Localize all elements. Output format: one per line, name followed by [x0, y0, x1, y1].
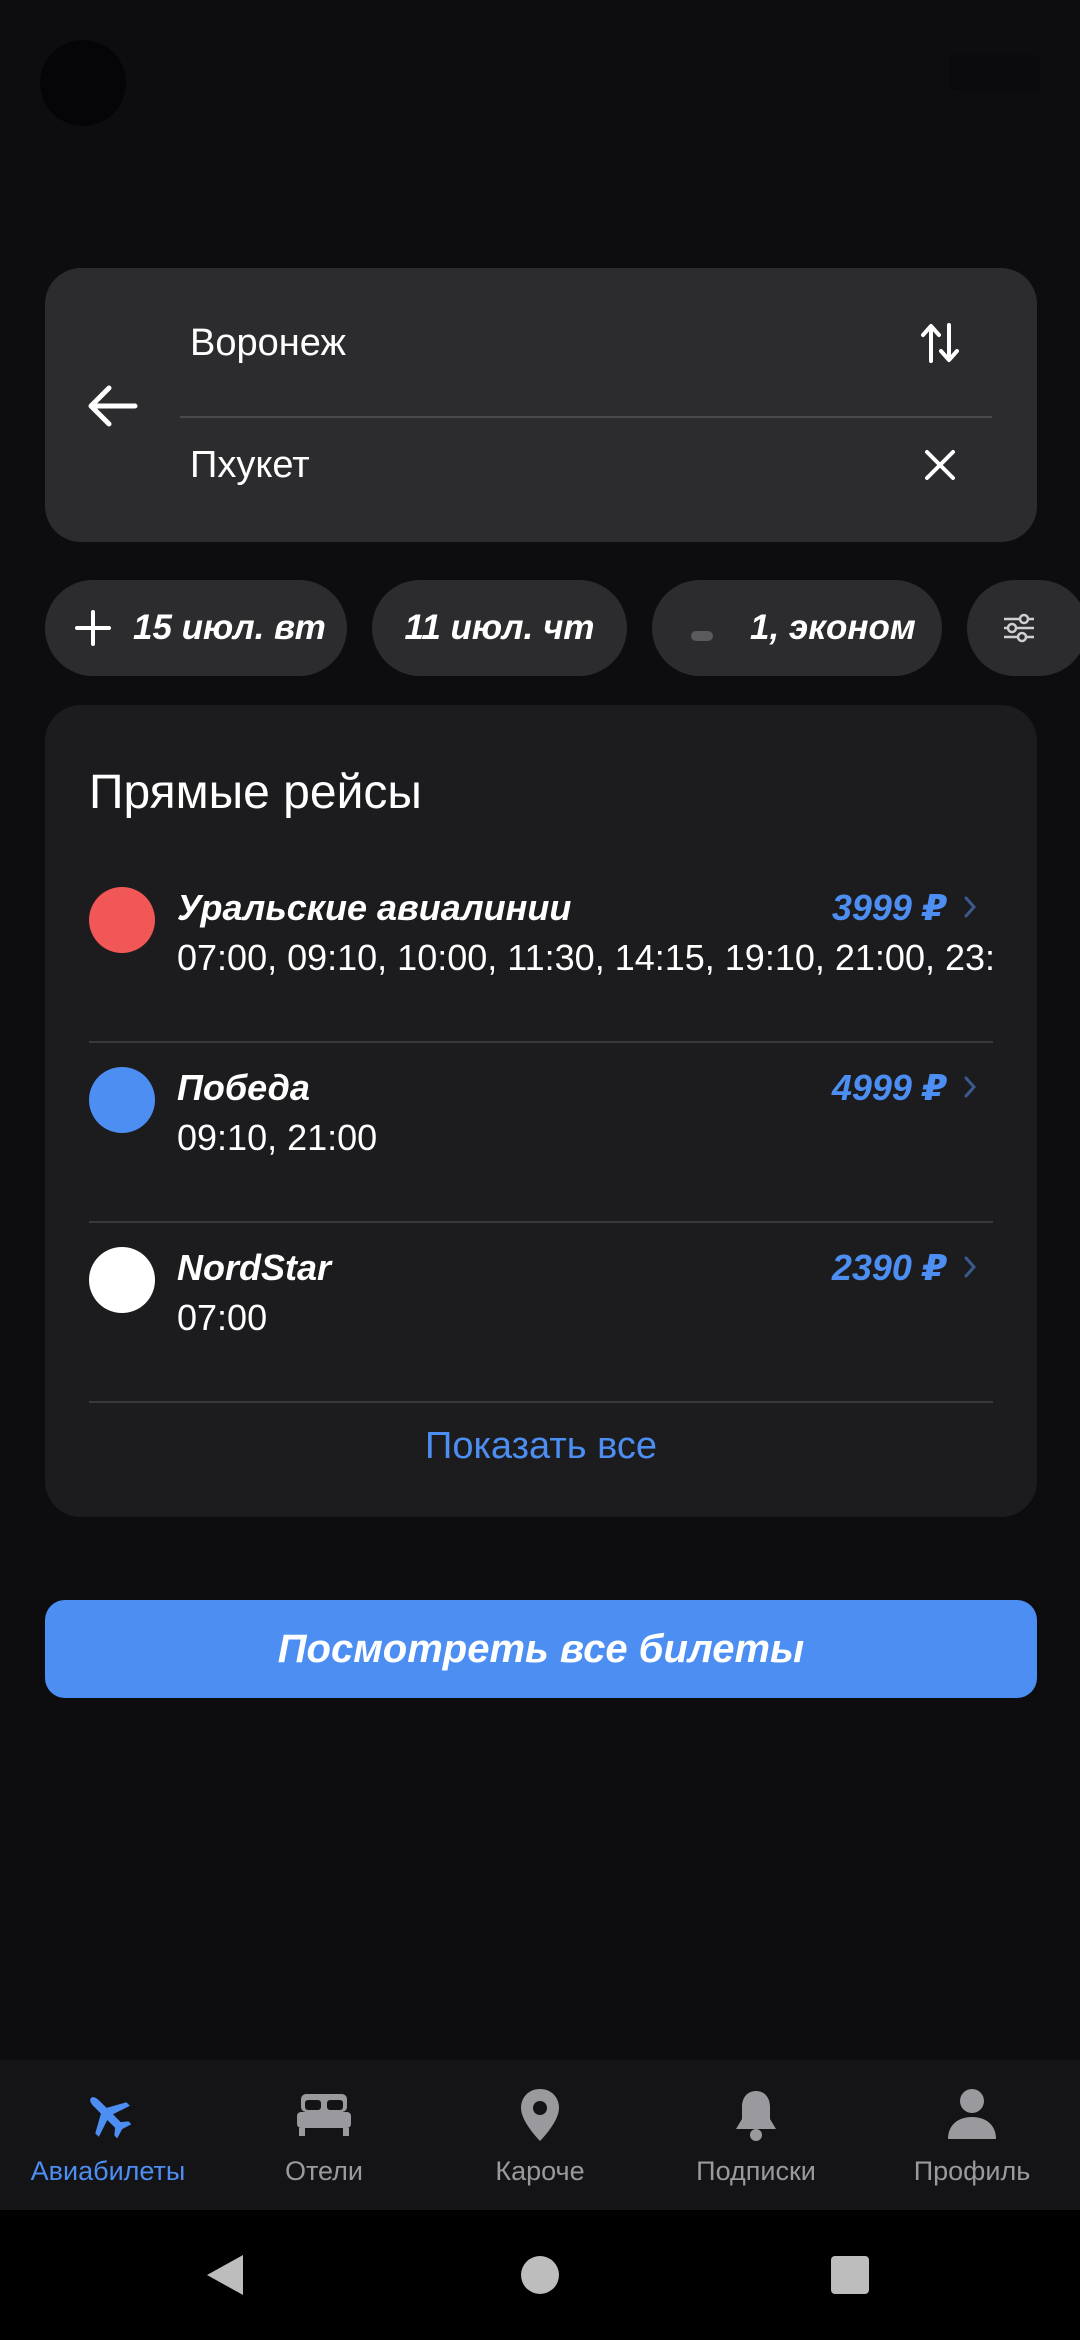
origin-city: Воронеж	[190, 321, 346, 364]
date-return-label: 11 июл. чт	[404, 608, 595, 647]
bell-icon	[721, 2080, 791, 2150]
nav-item-karoche[interactable]: Кароче	[432, 2060, 648, 2210]
status-bar	[0, 0, 1080, 140]
passengers-chip[interactable]: 1, эконом	[652, 580, 942, 676]
close-icon	[925, 450, 955, 480]
nav-item-hotels[interactable]: Отели	[216, 2060, 432, 2210]
show-all-link[interactable]: Показать все	[45, 1425, 1037, 1468]
departure-times: 07:00	[177, 1297, 268, 1338]
location-pin-icon	[505, 2080, 575, 2150]
row-divider	[89, 1401, 993, 1403]
date-forward-label: 15 июл. вт	[133, 608, 326, 647]
flight-price: 4999 ₽	[831, 1067, 947, 1108]
system-back-button[interactable]	[180, 2230, 270, 2320]
row-divider	[89, 1221, 993, 1223]
departure-times: 09:10, 21:00	[177, 1117, 378, 1158]
status-indicators	[950, 55, 1040, 91]
search-card: Воронеж Пхукет	[45, 268, 1037, 542]
plane-icon	[73, 2080, 143, 2150]
destination-field[interactable]: Пхукет	[180, 410, 990, 520]
flight-row[interactable]: Победа 4999 ₽ 09:10, 21:00	[89, 1045, 993, 1223]
nav-label: Отели	[284, 2156, 364, 2186]
bottom-nav: Авиабилеты Отели Кароче Подписки Профиль	[0, 2060, 1080, 2210]
row-divider	[89, 1041, 993, 1043]
circle-home-icon	[521, 2256, 559, 2294]
filters-chip[interactable]	[967, 580, 1080, 676]
square-recents-icon	[831, 2256, 869, 2294]
chevron-right-icon	[963, 1247, 987, 1287]
nav-label: Кароче	[495, 2156, 585, 2186]
back-button[interactable]	[65, 358, 161, 454]
nav-item-flights[interactable]: Авиабилеты	[0, 2060, 216, 2210]
airline-name: Уральские авиалинии	[177, 887, 572, 928]
direct-flights-title: Прямые рейсы	[89, 766, 422, 819]
destination-city: Пхукет	[190, 443, 310, 486]
nav-item-profile[interactable]: Профиль	[864, 2060, 1080, 2210]
nav-label: Подписки	[696, 2156, 816, 2186]
camera-cutout	[40, 40, 126, 126]
date-forward-chip[interactable]: 15 июл. вт	[45, 580, 347, 676]
view-all-tickets-button[interactable]: Посмотреть все билеты	[45, 1600, 1037, 1698]
arrow-left-icon	[88, 385, 138, 427]
chevron-right-icon	[963, 1067, 987, 1107]
flight-price: 3999 ₽	[831, 887, 947, 928]
airline-name: Победа	[177, 1067, 310, 1108]
profile-icon	[937, 2080, 1007, 2150]
airline-logo	[89, 1247, 155, 1313]
direct-flights-card: Прямые рейсы Уральские авиалинии 3999 ₽ …	[45, 705, 1037, 1517]
bed-icon	[289, 2080, 359, 2150]
airline-logo	[89, 887, 155, 953]
nav-label: Профиль	[913, 2156, 1031, 2186]
swap-icon	[921, 323, 959, 363]
airline-logo	[89, 1067, 155, 1133]
nav-item-subscriptions[interactable]: Подписки	[648, 2060, 864, 2210]
nav-label: Авиабилеты	[30, 2156, 186, 2186]
system-navigation-bar	[0, 2210, 1080, 2340]
sliders-icon	[989, 598, 1049, 658]
chevron-right-icon	[963, 887, 987, 927]
filter-chips: 15 июл. вт 11 июл. чт 1, эконом	[45, 580, 1080, 676]
departure-times: 07:00, 09:10, 10:00, 11:30, 14:15, 19:10…	[177, 937, 993, 978]
view-all-tickets-label: Посмотреть все билеты	[277, 1626, 805, 1671]
origin-field[interactable]: Воронеж	[180, 288, 990, 398]
flight-price: 2390 ₽	[831, 1247, 947, 1288]
passengers-label: 1, эконом	[750, 608, 916, 647]
triangle-back-icon	[207, 2255, 243, 2295]
swap-button[interactable]	[910, 313, 970, 373]
system-recents-button[interactable]	[805, 2230, 895, 2320]
flight-row[interactable]: Уральские авиалинии 3999 ₽ 07:00, 09:10,…	[89, 865, 993, 1043]
flight-row[interactable]: NordStar 2390 ₽ 07:00	[89, 1225, 993, 1403]
system-home-button[interactable]	[495, 2230, 585, 2320]
date-return-chip[interactable]: 11 июл. чт	[372, 580, 627, 676]
plus-icon	[63, 598, 123, 658]
clear-button[interactable]	[910, 435, 970, 495]
airline-name: NordStar	[177, 1247, 332, 1288]
person-icon	[672, 598, 732, 658]
